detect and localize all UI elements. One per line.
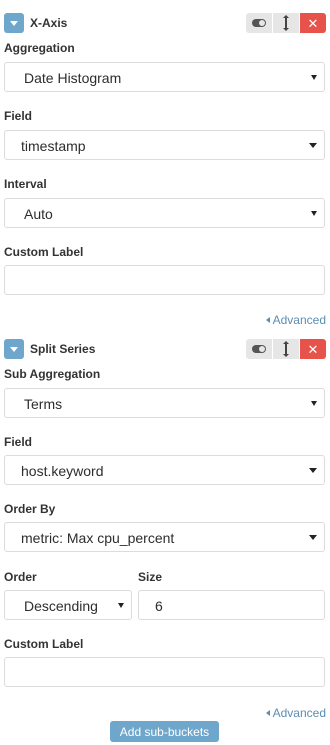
caret-down-icon (309, 468, 317, 473)
split-field-select[interactable]: host.keyword (4, 455, 325, 485)
aggregation-label: Aggregation (4, 41, 75, 55)
add-sub-buckets-label: Add sub-buckets (119, 724, 210, 739)
close-icon: ✕ (307, 341, 319, 357)
order-by-value: metric: Max cpu_percent (21, 530, 175, 546)
size-value: 6 (155, 598, 163, 614)
interval-value: Auto (24, 206, 53, 222)
x-axis-drag-handle[interactable] (273, 13, 299, 33)
caret-down-icon (311, 211, 317, 216)
sub-aggregation-select[interactable]: Terms (4, 388, 325, 418)
x-axis-header: X-Axis ✕ (0, 12, 330, 36)
chevron-down-icon (10, 346, 18, 352)
custom-label-input[interactable] (4, 265, 325, 295)
interval-label: Interval (4, 177, 47, 191)
drag-icon (283, 15, 289, 31)
x-axis-remove-button[interactable]: ✕ (300, 13, 326, 33)
order-value: Descending (24, 598, 98, 614)
size-label: Size (138, 570, 163, 584)
caret-down-icon (118, 603, 124, 608)
x-axis-advanced-link[interactable]: Advanced (265, 313, 326, 327)
split-series-header: Split Series ✕ (0, 338, 330, 362)
split-field-value: host.keyword (21, 463, 104, 479)
order-label: Order (4, 570, 37, 584)
field-value: timestamp (21, 138, 86, 154)
order-by-select[interactable]: metric: Max cpu_percent (4, 522, 325, 552)
split-series-title: Split Series (30, 342, 96, 356)
split-custom-label-label: Custom Label (4, 637, 84, 651)
split-series-drag-handle[interactable] (273, 339, 299, 359)
custom-label-label: Custom Label (4, 245, 84, 259)
split-series-collapse-button[interactable] (4, 339, 24, 359)
interval-select[interactable]: Auto (4, 198, 325, 228)
close-icon: ✕ (307, 15, 319, 31)
aggregation-value: Date Histogram (24, 70, 122, 86)
field-select[interactable]: timestamp (4, 130, 325, 160)
caret-down-icon (309, 535, 317, 540)
sub-aggregation-value: Terms (24, 396, 63, 412)
x-axis-controls: ✕ (245, 13, 326, 33)
split-custom-label-input[interactable] (4, 657, 325, 687)
caret-down-icon (311, 75, 317, 80)
order-select[interactable]: Descending (4, 590, 132, 620)
advanced-link-label: Advanced (272, 706, 326, 720)
caret-left-icon (265, 710, 270, 716)
drag-icon (283, 341, 289, 357)
chevron-down-icon (10, 20, 18, 26)
toggle-icon (252, 345, 266, 353)
x-axis-title: X-Axis (30, 16, 68, 30)
sub-aggregation-label: Sub Aggregation (4, 367, 101, 381)
split-series-remove-button[interactable]: ✕ (300, 339, 326, 359)
caret-left-icon (265, 317, 270, 323)
size-input[interactable]: 6 (138, 590, 325, 620)
advanced-link-label: Advanced (272, 313, 326, 327)
order-by-label: Order By (4, 502, 56, 516)
split-series-advanced-link[interactable]: Advanced (265, 706, 326, 720)
split-field-label: Field (4, 435, 33, 449)
aggregation-select[interactable]: Date Histogram (4, 62, 325, 92)
x-axis-collapse-button[interactable] (4, 13, 24, 33)
add-sub-buckets-button[interactable]: Add sub-buckets (110, 721, 219, 742)
caret-down-icon (311, 401, 317, 406)
x-axis-toggle-button[interactable] (246, 13, 272, 33)
field-label: Field (4, 109, 33, 123)
caret-down-icon (309, 143, 317, 148)
split-series-toggle-button[interactable] (246, 339, 272, 359)
split-series-controls: ✕ (245, 339, 326, 359)
toggle-icon (252, 19, 266, 27)
